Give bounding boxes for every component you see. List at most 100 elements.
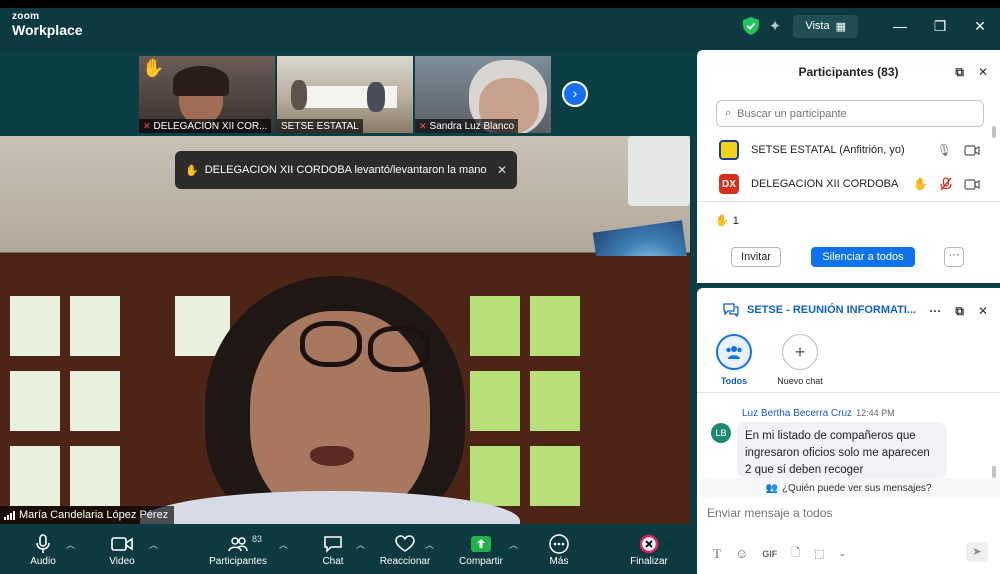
notification-text: DELEGACION XII CORDOBA levantó/levantaro… (204, 164, 487, 176)
raised-hand-icon: ✋ (185, 164, 199, 177)
share-screen-icon (471, 536, 491, 552)
close-notification-icon[interactable]: ✕ (497, 163, 507, 177)
encryption-shield-icon[interactable] (742, 17, 759, 35)
meeting-toolbar: Audio ︿ Video ︿ 83 Participantes ︿ Chat … (0, 526, 695, 574)
thumbnail-label: SETSE ESTATAL (281, 120, 359, 132)
ai-sparkle-icon[interactable]: ✦ (769, 17, 782, 35)
brand-large: Workplace (12, 22, 83, 38)
gif-button[interactable]: GIF (762, 549, 777, 559)
who-can-see-text: ¿Quién puede ver sus mensajes? (781, 482, 932, 494)
chat-message: En mi listado de compañeros que ingresar… (737, 422, 947, 478)
thumbnail-label: DELEGACION XII COR... (153, 120, 268, 132)
participants-count: 83 (252, 534, 263, 544)
close-window-icon[interactable]: ✕ (960, 18, 1000, 35)
audio-options-chevron-icon[interactable]: ︿ (66, 538, 75, 551)
more-label: Más (549, 556, 569, 567)
restore-icon[interactable]: ❐ (920, 18, 960, 35)
file-icon[interactable]: 🗋 (791, 544, 800, 563)
chat-options-chevron-icon[interactable]: ︿ (356, 538, 365, 551)
avatar (719, 140, 739, 160)
view-button[interactable]: Vista ▦ (793, 14, 858, 38)
tab-label: Todos (720, 376, 748, 386)
avatar: LB (711, 423, 731, 443)
react-button[interactable]: Reaccionar (378, 532, 432, 567)
sender-name: Luz Bertha Becerra Cruz (742, 408, 853, 419)
top-strip (0, 0, 1000, 8)
message-time: 12:44 PM (856, 408, 895, 418)
speaker-name-tag: María Candelaria López Pérez (0, 506, 175, 524)
more-button[interactable]: Más (544, 532, 574, 567)
people-icon: 👥 (765, 482, 778, 494)
tab-new-chat[interactable]: + Nuevo chat (773, 334, 827, 386)
thumbnail-sandra[interactable]: ✕ Sandra Luz Blanco (415, 56, 551, 133)
react-options-chevron-icon[interactable]: ︿ (425, 538, 434, 551)
participants-panel-title: Participantes (83) (798, 65, 899, 79)
video-options-chevron-icon[interactable]: ︿ (149, 538, 158, 551)
text-format-icon[interactable]: T (713, 546, 721, 562)
chat-panel: SETSE - REUNIÓN INFORMATI... ··· ⧉ ✕ Tod… (697, 288, 1000, 574)
audio-label: Audio (30, 556, 56, 567)
close-panel-icon[interactable]: ✕ (978, 65, 988, 80)
chat-title[interactable]: SETSE - REUNIÓN INFORMATI... (747, 304, 916, 316)
send-icon[interactable]: ➤ (966, 542, 988, 562)
chat-message-input[interactable] (707, 506, 987, 520)
participant-name: DELEGACION XII CORDOBA (751, 178, 899, 190)
emoji-icon[interactable]: ☺ (735, 546, 748, 561)
raised-hand-icon: ✋ (142, 58, 165, 78)
tab-todos[interactable]: Todos (707, 334, 761, 386)
next-thumbnails-button[interactable]: › (562, 81, 588, 107)
video-label: Video (109, 556, 135, 567)
avatar: DX (719, 174, 739, 194)
heart-icon (395, 535, 415, 552)
chat-button[interactable]: Chat (316, 532, 350, 567)
scrollbar[interactable] (992, 466, 996, 478)
end-meeting-button[interactable]: Finalizar (626, 532, 672, 567)
active-speaker-video (0, 136, 690, 524)
thumbnail-delegacion[interactable]: ✋ ✕ DELEGACION XII COR... (139, 56, 275, 133)
view-label: Vista (805, 20, 830, 32)
more-chevron-icon[interactable]: ⌄ (839, 548, 847, 559)
more-participant-options-button[interactable]: ··· (944, 247, 964, 267)
participant-row-delegacion[interactable]: DX DELEGACION XII CORDOBA ✋ (697, 167, 1000, 201)
share-button[interactable]: Compartir (455, 532, 507, 567)
thumbnail-setse-estatal[interactable]: SETSE ESTATAL (277, 56, 413, 133)
participant-search[interactable]: ⌕ (716, 100, 984, 127)
microphone-icon[interactable]: 🎙 (937, 143, 952, 157)
message-sender: Luz Bertha Becerra Cruz 12:44 PM (742, 408, 895, 419)
muted-microphone-icon[interactable] (940, 177, 952, 191)
muted-mic-icon: ✕ (419, 120, 427, 131)
invite-button[interactable]: Invitar (731, 247, 781, 267)
mute-all-button[interactable]: Silenciar a todos (811, 247, 915, 267)
scrollbar[interactable] (992, 126, 996, 138)
thumbnail-label: Sandra Luz Blanco (429, 120, 515, 132)
participants-panel: Participantes (83) ⧉ ✕ ⌕ SETSE ESTATAL (… (697, 50, 1000, 283)
video-camera-icon[interactable] (964, 178, 980, 190)
audio-button[interactable]: Audio (26, 532, 60, 567)
microphone-icon (36, 534, 50, 553)
participants-options-chevron-icon[interactable]: ︿ (279, 538, 288, 551)
video-button[interactable]: Video (104, 532, 140, 567)
participant-row-setse[interactable]: SETSE ESTATAL (Anfitrión, yo) 🎙 (697, 133, 1000, 167)
participants-label: Participantes (209, 556, 267, 567)
screenshot-icon[interactable]: ⬚ (814, 547, 824, 560)
title-bar: zoom Workplace ✦ Vista ▦ — ❐ ✕ (0, 0, 1000, 50)
participants-icon (228, 537, 248, 552)
participant-search-input[interactable] (737, 107, 958, 120)
chat-more-icon[interactable]: ··· (929, 304, 941, 319)
end-meeting-icon (639, 534, 659, 554)
app-logo: zoom Workplace (12, 11, 83, 38)
minimize-icon[interactable]: — (880, 18, 920, 34)
hand-raised-notification: ✋ DELEGACION XII CORDOBA levantó/levanta… (175, 151, 517, 189)
raised-hand-icon: ✋ (715, 215, 729, 227)
share-options-chevron-icon[interactable]: ︿ (509, 538, 518, 551)
pop-out-icon[interactable]: ⧉ (955, 304, 964, 319)
close-panel-icon[interactable]: ✕ (978, 304, 988, 319)
pop-out-icon[interactable]: ⧉ (955, 65, 964, 80)
brand-small: zoom (12, 11, 40, 22)
video-camera-icon[interactable] (964, 144, 980, 156)
group-icon (726, 346, 742, 359)
participant-name: SETSE ESTATAL (Anfitrión, yo) (751, 144, 905, 156)
who-can-see-link[interactable]: 👥 ¿Quién puede ver sus mensajes? (697, 478, 1000, 498)
participants-button[interactable]: 83 Participantes (204, 532, 272, 567)
plus-icon: + (782, 334, 818, 370)
